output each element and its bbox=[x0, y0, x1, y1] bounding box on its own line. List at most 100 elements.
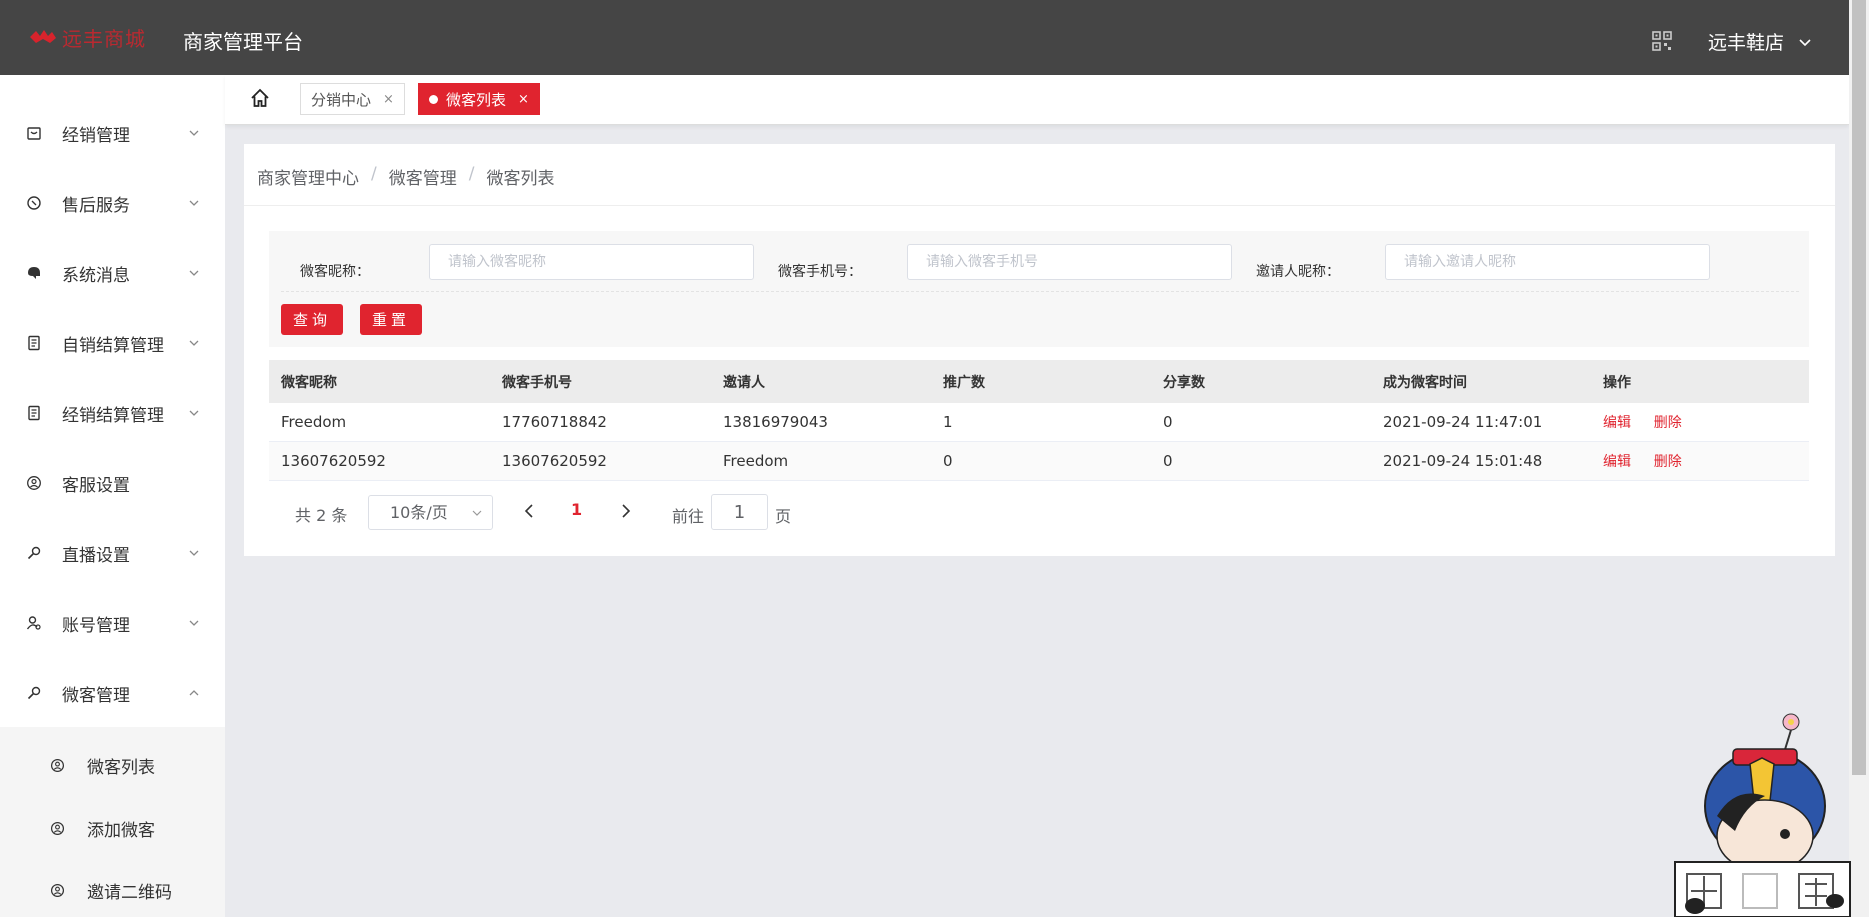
cell-phone: 13607620592 bbox=[502, 452, 607, 470]
cell-promotion-count: 0 bbox=[943, 452, 953, 470]
breadcrumb-separator: / bbox=[371, 164, 377, 184]
chevron-down-icon bbox=[189, 340, 199, 346]
document-icon bbox=[28, 335, 40, 351]
chevron-down-icon bbox=[189, 410, 199, 416]
close-icon[interactable]: × bbox=[518, 92, 529, 107]
breadcrumb-item[interactable]: 微客管理 bbox=[389, 164, 457, 189]
sidebar-item-label: 客服设置 bbox=[62, 475, 130, 496]
page-size-select[interactable]: 10条/页 bbox=[368, 495, 493, 530]
tab-label: 微客列表 bbox=[446, 90, 507, 109]
chevron-up-icon bbox=[189, 690, 199, 696]
sidebar-item-dealer-settlement[interactable]: 经销结算管理 bbox=[0, 385, 225, 441]
platform-title: 商家管理平台 bbox=[183, 30, 303, 54]
sidebar-item-label: 系统消息 bbox=[62, 265, 130, 286]
sidebar-item-label: 自销结算管理 bbox=[62, 335, 164, 356]
cell-promotion-count: 1 bbox=[943, 413, 953, 431]
phone-input[interactable] bbox=[907, 244, 1232, 280]
inviter-input[interactable] bbox=[1385, 244, 1710, 280]
table-row: Freedom 17760718842 13816979043 1 0 2021… bbox=[269, 403, 1809, 442]
top-bar: 远丰商城 商家管理平台 远丰鞋店 bbox=[0, 0, 1849, 75]
divider bbox=[281, 291, 1799, 292]
key-icon bbox=[27, 686, 41, 700]
logo[interactable]: 远丰商城 bbox=[28, 24, 146, 51]
logo-text: 远丰商城 bbox=[62, 26, 146, 51]
sidebar-item-account[interactable]: 账号管理 bbox=[0, 595, 225, 651]
sidebar-item-label: 经销结算管理 bbox=[62, 405, 164, 426]
cell-share-count: 0 bbox=[1163, 413, 1173, 431]
breadcrumb-item: 微客列表 bbox=[486, 169, 555, 189]
cell-phone: 17760718842 bbox=[502, 413, 607, 431]
chevron-down-icon bbox=[1799, 38, 1811, 46]
cell-nickname: Freedom bbox=[281, 413, 347, 431]
cell-nickname: 13607620592 bbox=[281, 452, 386, 470]
weike-table: 微客昵称 微客手机号 邀请人 推广数 分享数 成为微客时间 操作 Freedom… bbox=[269, 360, 1809, 481]
cell-join-time: 2021-09-24 15:01:48 bbox=[1383, 452, 1543, 470]
home-icon[interactable] bbox=[249, 87, 271, 109]
breadcrumb-item[interactable]: 商家管理中心 bbox=[257, 164, 359, 189]
reset-button[interactable]: 重置 bbox=[360, 304, 422, 335]
sidebar-subitem-invite-qrcode[interactable]: 邀请二维码 bbox=[0, 862, 225, 917]
edit-link[interactable]: 编辑 bbox=[1603, 454, 1631, 470]
chevron-right-icon[interactable] bbox=[619, 503, 633, 519]
key-icon bbox=[27, 546, 41, 560]
shop-name-label: 远丰鞋店 bbox=[1708, 32, 1785, 54]
chevron-down-icon bbox=[189, 130, 199, 136]
nickname-input[interactable] bbox=[429, 244, 754, 280]
logo-mark-icon bbox=[30, 30, 56, 43]
query-button[interactable]: 查询 bbox=[281, 304, 343, 335]
user-circle-icon bbox=[50, 758, 65, 772]
table-row: 13607620592 13607620592 Freedom 0 0 2021… bbox=[269, 442, 1809, 481]
active-dot-icon bbox=[429, 94, 438, 104]
chevron-left-icon[interactable] bbox=[522, 503, 536, 519]
submenu-weike: 微客列表 添加微客 邀请二维码 bbox=[0, 727, 225, 917]
scrollbar-thumb[interactable] bbox=[1852, 0, 1866, 775]
column-header: 邀请人 bbox=[723, 374, 765, 391]
breadcrumb-separator: / bbox=[468, 164, 475, 184]
tab-weike-list[interactable]: 微客列表 × bbox=[418, 83, 540, 115]
column-header: 分享数 bbox=[1163, 374, 1205, 391]
message-icon bbox=[28, 267, 40, 279]
sidebar-item-weike-management[interactable]: 微客管理 bbox=[0, 665, 225, 721]
column-header: 推广数 bbox=[943, 374, 985, 391]
close-icon[interactable]: × bbox=[383, 92, 394, 107]
sidebar-item-label: 售后服务 bbox=[62, 195, 130, 216]
pagination: 共 2 条 10条/页 1 前往 页 bbox=[269, 494, 869, 530]
edit-link[interactable]: 编辑 bbox=[1603, 415, 1631, 431]
phone-label: 微客手机号： bbox=[778, 264, 862, 280]
filter-panel: 微客昵称： 微客手机号： 邀请人昵称： 查询 重置 bbox=[269, 231, 1809, 347]
sidebar: 经销管理 售后服务 系统消息 自销结算管理 经销结算管理 客服设置 直播设置 账… bbox=[0, 75, 225, 917]
qr-code-icon[interactable] bbox=[1652, 31, 1672, 51]
inviter-label: 邀请人昵称： bbox=[1256, 264, 1340, 280]
user-circle-icon bbox=[50, 883, 65, 897]
shop-menu[interactable]: 远丰鞋店 bbox=[1708, 28, 1812, 55]
sidebar-item-label: 账号管理 bbox=[62, 615, 130, 636]
sidebar-subitem-add-weike[interactable]: 添加微客 bbox=[0, 800, 225, 856]
chevron-down-icon bbox=[189, 200, 199, 206]
chevron-down-icon bbox=[189, 550, 199, 556]
sidebar-item-label: 直播设置 bbox=[62, 545, 130, 566]
cell-inviter: Freedom bbox=[723, 452, 789, 470]
sidebar-item-after-sales[interactable]: 售后服务 bbox=[0, 175, 225, 231]
sidebar-item-customer-service[interactable]: 客服设置 bbox=[0, 455, 225, 511]
sidebar-item-distribution[interactable]: 经销管理 bbox=[0, 105, 225, 161]
sidebar-item-live-settings[interactable]: 直播设置 bbox=[0, 525, 225, 581]
cell-actions: 编辑 删除 bbox=[1591, 451, 1809, 471]
breadcrumb: 商家管理中心 / 微客管理 / 微客列表 bbox=[257, 164, 554, 189]
sidebar-subitem-weike-list[interactable]: 微客列表 bbox=[0, 737, 225, 793]
sidebar-item-label: 经销管理 bbox=[62, 125, 130, 146]
delete-link[interactable]: 删除 bbox=[1654, 454, 1682, 470]
tab-distribution-center[interactable]: 分销中心 × bbox=[300, 83, 405, 115]
main-card: 商家管理中心 / 微客管理 / 微客列表 微客昵称： 微客手机号： 邀请人昵称：… bbox=[244, 144, 1835, 556]
user-circle-icon bbox=[50, 821, 65, 835]
sidebar-item-system-messages[interactable]: 系统消息 bbox=[0, 245, 225, 301]
page-number[interactable]: 1 bbox=[571, 500, 582, 519]
account-icon bbox=[26, 616, 41, 630]
sidebar-subitem-label: 添加微客 bbox=[87, 820, 155, 841]
table-header: 微客昵称 微客手机号 邀请人 推广数 分享数 成为微客时间 操作 bbox=[269, 360, 1809, 403]
chevron-down-icon bbox=[189, 270, 199, 276]
cell-actions: 编辑 删除 bbox=[1591, 412, 1809, 432]
delete-link[interactable]: 删除 bbox=[1654, 415, 1682, 431]
goto-page-input[interactable] bbox=[711, 494, 768, 530]
column-header: 成为微客时间 bbox=[1383, 374, 1467, 391]
sidebar-item-self-settlement[interactable]: 自销结算管理 bbox=[0, 315, 225, 371]
